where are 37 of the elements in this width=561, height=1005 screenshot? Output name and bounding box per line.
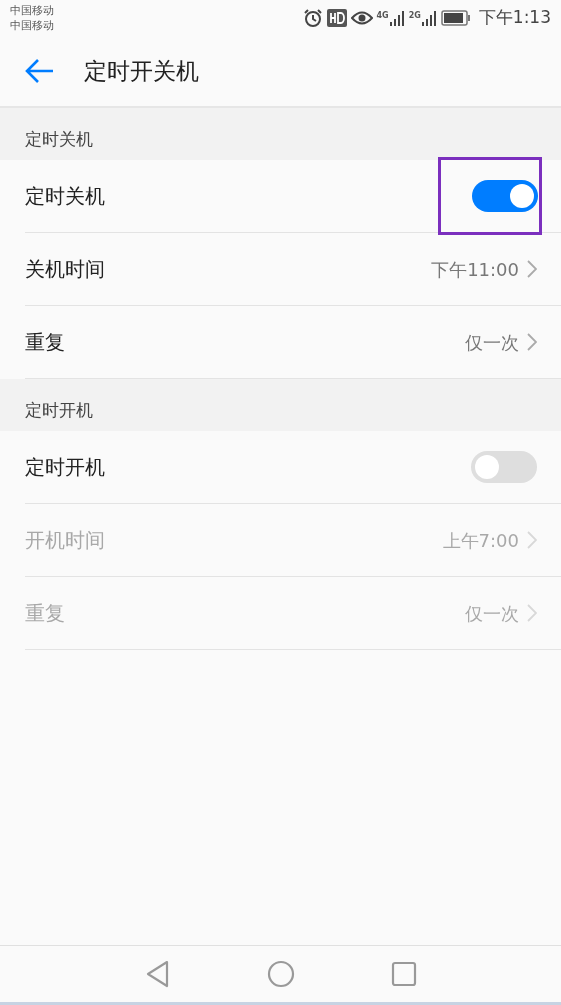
setting-label: 开机时间: [25, 527, 105, 554]
settings-row[interactable]: 定时关机: [25, 160, 561, 233]
setting-label: 定时开机: [25, 454, 105, 481]
toggle-switch[interactable]: [472, 180, 538, 212]
carrier-name: 中国移动: [10, 3, 54, 18]
signal-icon: [388, 10, 405, 26]
network-type: 2G: [408, 10, 421, 22]
carrier-name: 中国移动: [10, 18, 54, 33]
setting-value: 仅一次: [465, 330, 519, 355]
setting-value: 上午7:00: [442, 528, 519, 553]
network-type: 4G: [376, 10, 389, 22]
setting-value: 仅一次: [465, 601, 519, 626]
chevron-icon: [527, 531, 537, 549]
toggle-switch[interactable]: [471, 451, 537, 483]
setting-value: 下午11:00: [431, 257, 519, 282]
settings-row[interactable]: 关机时间 下午11:00: [25, 233, 561, 306]
alarm-icon: [302, 8, 323, 28]
chevron-icon: [527, 604, 537, 622]
signal-icon: [420, 10, 437, 26]
section-header: 定时关机: [0, 108, 561, 160]
back-icon[interactable]: [24, 58, 54, 84]
recents-icon[interactable]: [390, 961, 417, 987]
setting-label: 关机时间: [25, 256, 105, 283]
battery-icon: [440, 10, 471, 26]
setting-label: 定时关机: [25, 183, 105, 210]
back-nav-icon[interactable]: [144, 960, 171, 988]
setting-label: 重复: [25, 329, 65, 356]
setting-label: 重复: [25, 600, 65, 627]
chevron-icon: [527, 260, 537, 278]
section-header: 定时开机: [0, 379, 561, 431]
home-icon[interactable]: [266, 960, 295, 988]
page-title: 定时开关机: [84, 56, 199, 86]
chevron-icon: [527, 333, 537, 351]
clock-time: 下午1:13: [478, 6, 551, 30]
settings-row[interactable]: 定时开机: [25, 431, 561, 504]
eye-icon: [350, 10, 373, 26]
hd-icon: [326, 9, 347, 27]
